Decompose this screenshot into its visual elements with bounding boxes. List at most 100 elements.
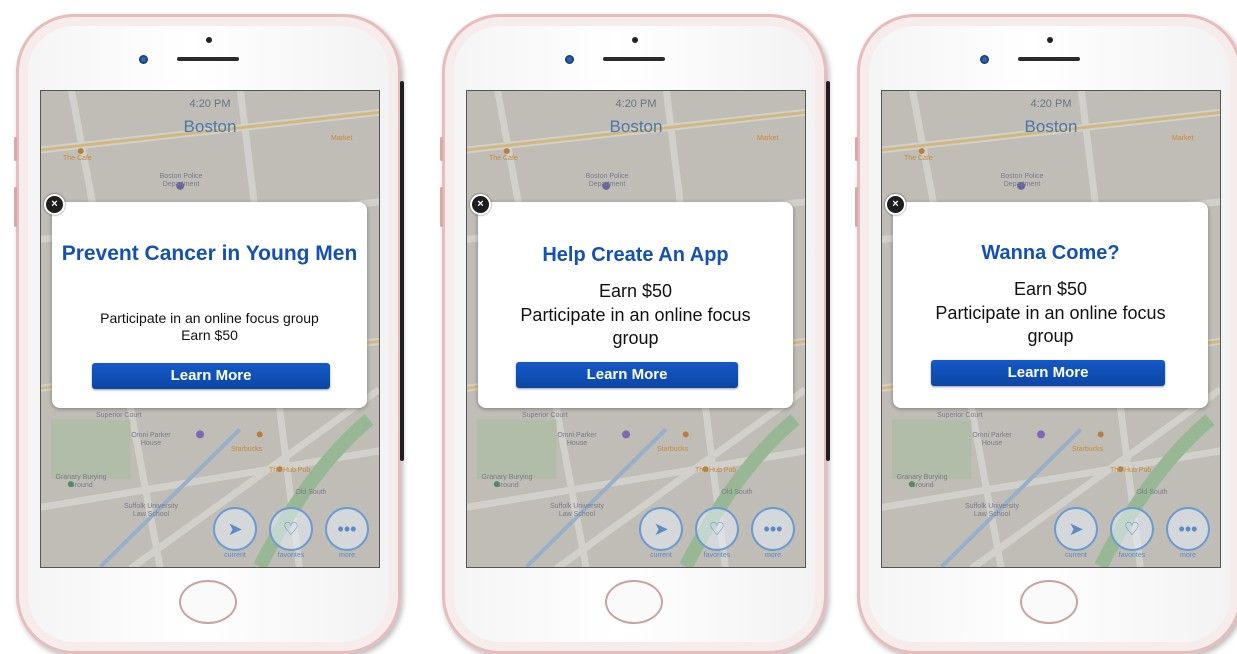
popup-line-2: Participate in an online focus group xyxy=(935,303,1166,346)
mute-switch xyxy=(440,137,443,161)
learn-more-button[interactable]: Learn More xyxy=(516,362,738,388)
map-label-suffolk: Suffolk University Law School xyxy=(550,503,604,518)
map-label-suffolk: Suffolk University Law School xyxy=(965,503,1019,518)
front-camera xyxy=(139,55,148,64)
home-button[interactable] xyxy=(1020,580,1078,624)
map-label-police: Boston Police Department xyxy=(1000,173,1044,188)
map-label-old-south: Old South xyxy=(295,489,327,496)
volume-up-button xyxy=(440,187,443,227)
city-name: Boston xyxy=(1024,117,1078,136)
learn-more-button[interactable]: Learn More xyxy=(931,360,1165,386)
status-time: 4:20 PM xyxy=(189,98,231,110)
more-dots-icon: ••• xyxy=(337,518,357,539)
heart-icon: ♡ xyxy=(282,518,300,539)
more-button[interactable]: ••• xyxy=(325,507,369,551)
popup-line-2: Earn $50 xyxy=(181,327,238,343)
heart-icon: ♡ xyxy=(708,518,726,539)
favorites-button[interactable]: ♡ xyxy=(269,507,313,551)
status-time: 4:20 PM xyxy=(615,98,657,110)
learn-more-button[interactable]: Learn More xyxy=(92,363,330,389)
volume-up-button xyxy=(14,187,17,227)
popup-headline: Wanna Come? xyxy=(981,242,1120,264)
heart-icon: ♡ xyxy=(1123,518,1141,539)
map-label-cafe: The Cafe xyxy=(489,155,518,162)
map-label-hub: The Hub Pub xyxy=(1110,467,1152,474)
more-label: more xyxy=(765,552,781,559)
more-dots-icon: ••• xyxy=(1178,518,1198,539)
popup-line-1: Earn $50 xyxy=(598,281,673,301)
popup-line-1: Participate in an online focus group xyxy=(100,310,319,326)
current-label: current xyxy=(650,552,672,559)
map-label-cafe: The Cafe xyxy=(904,155,933,162)
more-button[interactable]: ••• xyxy=(751,507,795,551)
close-icon[interactable]: × xyxy=(44,194,65,215)
status-time: 4:20 PM xyxy=(1030,98,1072,110)
location-arrow-icon: ➤ xyxy=(653,518,669,539)
favorites-label: favorites xyxy=(277,552,305,559)
city-name: Boston xyxy=(183,117,237,136)
ad-popup: Prevent Cancer in Young Men Participate … xyxy=(52,202,367,408)
front-camera xyxy=(565,55,574,64)
popup-line-2: Participate in an online focus group xyxy=(520,305,751,348)
mute-switch xyxy=(14,137,17,161)
map-label-granary: Granary Burying Ground xyxy=(481,474,533,489)
more-label: more xyxy=(1180,552,1196,559)
ad-popup: Wanna Come? Earn $50 Participate in an o… xyxy=(893,202,1208,408)
map-label-court: Superior Court xyxy=(937,412,983,419)
favorites-label: favorites xyxy=(703,552,731,559)
map-tabbar: ➤ current ♡ favorites ••• more xyxy=(213,507,379,567)
current-label: current xyxy=(1065,552,1087,559)
mute-switch xyxy=(855,137,858,161)
close-icon[interactable]: × xyxy=(470,194,491,215)
map-tabbar: ➤ current ♡ favorites ••• more xyxy=(1054,507,1220,567)
map-label-starbucks: Starbucks xyxy=(657,446,689,453)
current-location-button[interactable]: ➤ xyxy=(1054,507,1098,551)
earpiece-speaker xyxy=(177,57,239,61)
map-label-old-south: Old South xyxy=(721,489,753,496)
home-button[interactable] xyxy=(179,580,237,624)
map-label-court: Superior Court xyxy=(96,412,142,419)
close-icon[interactable]: × xyxy=(885,194,906,215)
location-arrow-icon: ➤ xyxy=(227,518,243,539)
front-camera xyxy=(980,55,989,64)
phone-mockup-3: 4:20 PM Boston The Cafe Boston Police De… xyxy=(855,14,1237,654)
map-label-omni: Omni Parker House xyxy=(972,432,1012,447)
popup-line-1: Earn $50 xyxy=(1013,279,1088,299)
earpiece-speaker xyxy=(1018,57,1080,61)
current-location-button[interactable]: ➤ xyxy=(639,507,683,551)
earpiece-speaker xyxy=(603,57,665,61)
more-label: more xyxy=(339,552,355,559)
map-label-hub: The Hub Pub xyxy=(269,467,311,474)
map-label-market: Market xyxy=(1172,135,1194,142)
current-location-button[interactable]: ➤ xyxy=(213,507,257,551)
map-label-market: Market xyxy=(757,135,779,142)
map-label-police: Boston Police Department xyxy=(159,173,203,188)
volume-up-button xyxy=(855,187,858,227)
phone-mockup-2: 4:20 PM Boston The Cafe Boston Police De… xyxy=(440,14,830,654)
ad-popup: Help Create An App Earn $50 Participate … xyxy=(478,202,793,408)
favorites-button[interactable]: ♡ xyxy=(1110,507,1154,551)
map-label-starbucks: Starbucks xyxy=(231,446,263,453)
favorites-label: favorites xyxy=(1118,552,1146,559)
proximity-sensor xyxy=(632,37,638,43)
current-label: current xyxy=(224,552,246,559)
proximity-sensor xyxy=(1047,37,1053,43)
map-label-cafe: The Cafe xyxy=(63,155,92,162)
map-label-old-south: Old South xyxy=(1136,489,1168,496)
map-label-suffolk: Suffolk University Law School xyxy=(124,503,178,518)
more-button[interactable]: ••• xyxy=(1166,507,1210,551)
map-label-court: Superior Court xyxy=(522,412,568,419)
map-label-granary: Granary Burying Ground xyxy=(55,474,107,489)
map-label-omni: Omni Parker House xyxy=(557,432,597,447)
favorites-button[interactable]: ♡ xyxy=(695,507,739,551)
more-dots-icon: ••• xyxy=(763,518,783,539)
home-button[interactable] xyxy=(605,580,663,624)
map-tabbar: ➤ current ♡ favorites ••• more xyxy=(639,507,805,567)
map-label-starbucks: Starbucks xyxy=(1072,446,1104,453)
map-label-market: Market xyxy=(331,135,353,142)
map-label-granary: Granary Burying Ground xyxy=(896,474,948,489)
popup-headline: Prevent Cancer in Young Men xyxy=(61,242,358,265)
popup-headline: Help Create An App xyxy=(542,244,729,266)
phone-mockup-1: 4:20 PM Boston The Cafe Boston Police De… xyxy=(14,14,404,654)
map-label-omni: Omni Parker House xyxy=(131,432,171,447)
